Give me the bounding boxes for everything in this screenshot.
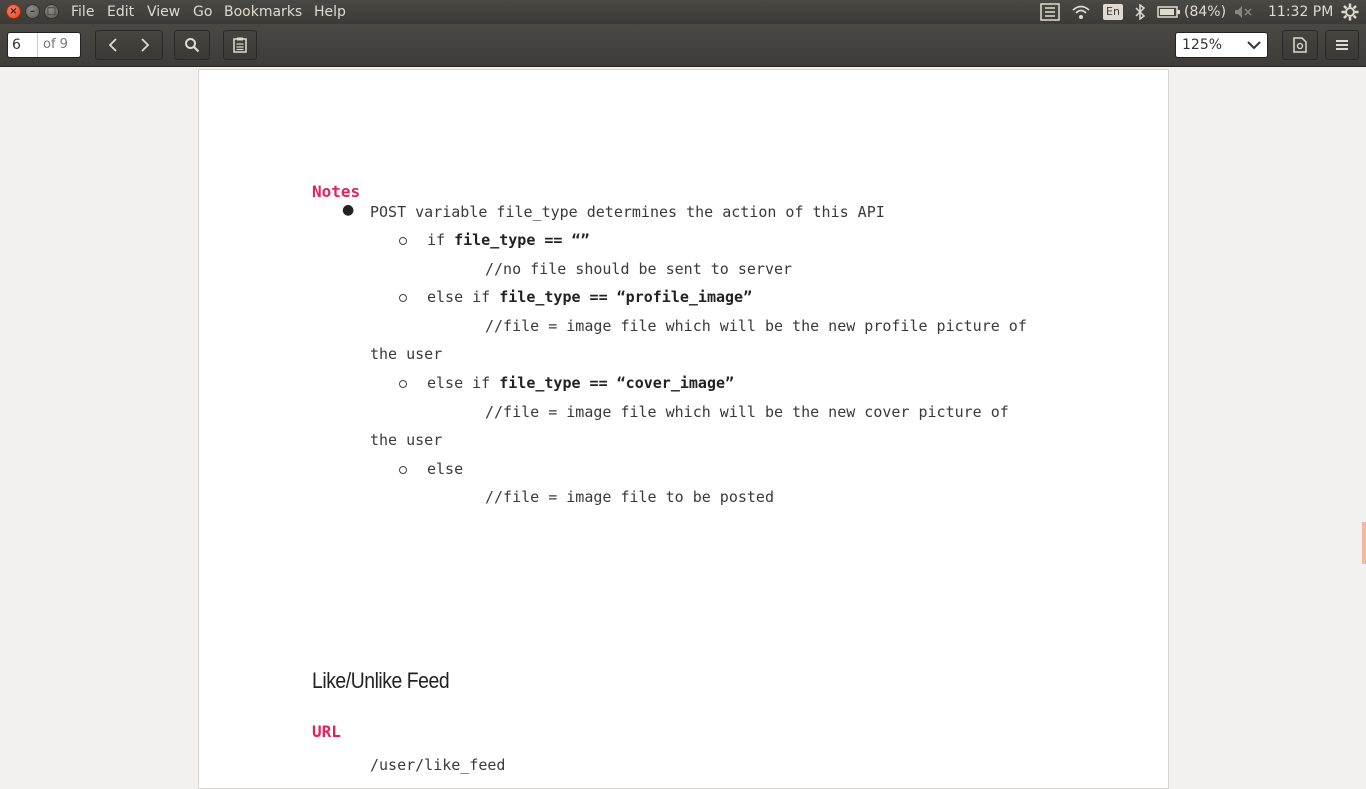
annotations-button[interactable]	[223, 30, 257, 60]
condition-keyword: else if	[427, 374, 500, 392]
condition-comment: //file = image file which will be the ne…	[485, 317, 1027, 335]
condition-expression: file_type == “profile_image”	[499, 288, 753, 306]
clock[interactable]: 11:32 PM	[1268, 0, 1333, 24]
view-mode-button[interactable]	[1283, 30, 1317, 60]
page-number-field[interactable]: 6 of 9	[7, 32, 81, 58]
url-value: /user/like_feed	[370, 756, 506, 774]
previous-page-button[interactable]	[96, 30, 130, 60]
page-field-divider	[37, 33, 38, 57]
document-view[interactable]: Notes ● POST variable file_type determin…	[0, 67, 1366, 789]
minimize-icon: –	[30, 6, 35, 17]
comment-continuation: the user	[370, 345, 443, 363]
indicator-menu-icon[interactable]	[1040, 0, 1060, 24]
page-total-label: of 9	[43, 37, 68, 52]
document-toolbar: 6 of 9 125%	[0, 24, 1366, 67]
window-close-button[interactable]: ×	[6, 4, 21, 19]
section-title: Like/Unlike Feed	[312, 668, 450, 693]
search-icon	[185, 38, 200, 53]
comment-continuation: the user	[370, 431, 443, 449]
close-icon: ×	[9, 6, 18, 17]
battery-percent: (84%)	[1184, 4, 1227, 20]
chevron-down-icon	[1247, 33, 1261, 57]
sub-bullet-marker	[399, 466, 407, 474]
menu-edit[interactable]: Edit	[107, 3, 134, 21]
menu-bookmarks[interactable]: Bookmarks	[224, 3, 302, 21]
system-gear-icon[interactable]	[1341, 0, 1359, 24]
next-page-button[interactable]	[128, 30, 162, 60]
window-maximize-button[interactable]: □	[44, 4, 59, 19]
bullet-marker: ●	[342, 202, 355, 218]
bluetooth-icon[interactable]	[1134, 0, 1146, 24]
else-line: else	[427, 460, 464, 478]
condition-keyword: else if	[427, 288, 500, 306]
zoom-value: 125%	[1182, 37, 1223, 53]
condition-keyword: if	[427, 231, 455, 249]
window-minimize-button[interactable]: –	[25, 4, 40, 19]
hamburger-menu-button[interactable]	[1325, 30, 1359, 60]
condition-comment: //no file should be sent to server	[485, 260, 793, 278]
search-button[interactable]	[175, 30, 209, 60]
condition-line: else if file_type == “profile_image”	[427, 288, 752, 306]
menu-file[interactable]: File	[71, 3, 94, 21]
bullet-text: POST variable file_type determines the a…	[370, 203, 885, 221]
sub-bullet-marker	[399, 294, 407, 302]
clipboard-icon	[233, 37, 247, 53]
condition-comment: //file = image file to be posted	[485, 488, 774, 506]
sub-bullet-marker	[399, 380, 407, 388]
wifi-icon[interactable]	[1071, 0, 1091, 24]
condition-expression: file_type == “cover_image”	[499, 374, 735, 392]
document-page: Notes ● POST variable file_type determin…	[198, 69, 1169, 789]
notes-heading: Notes	[312, 182, 361, 201]
menu-go[interactable]: Go	[193, 3, 212, 21]
condition-comment: //file = image file which will be the ne…	[485, 403, 1009, 421]
hamburger-icon	[1336, 40, 1348, 50]
volume-muted-icon[interactable]	[1234, 0, 1254, 24]
menu-help[interactable]: Help	[314, 3, 346, 21]
condition-line: else if file_type == “cover_image”	[427, 374, 734, 392]
condition-line: if file_type == “”	[427, 231, 590, 249]
page-current-input[interactable]: 6	[12, 33, 21, 57]
url-heading: URL	[312, 722, 341, 741]
menu-view[interactable]: View	[147, 3, 180, 21]
menu-bar: × – □ File Edit View Go Bookmarks Help E…	[0, 0, 1366, 24]
keyboard-layout-indicator[interactable]: En	[1103, 4, 1123, 20]
zoom-select[interactable]: 125%	[1175, 32, 1268, 58]
scrollbar-indicator[interactable]	[1362, 522, 1366, 564]
sub-bullet-marker	[399, 237, 407, 245]
condition-expression: file_type == “”	[454, 231, 590, 249]
document-icon	[1293, 37, 1307, 53]
battery-icon[interactable]	[1157, 0, 1181, 24]
maximize-icon: □	[46, 6, 57, 17]
